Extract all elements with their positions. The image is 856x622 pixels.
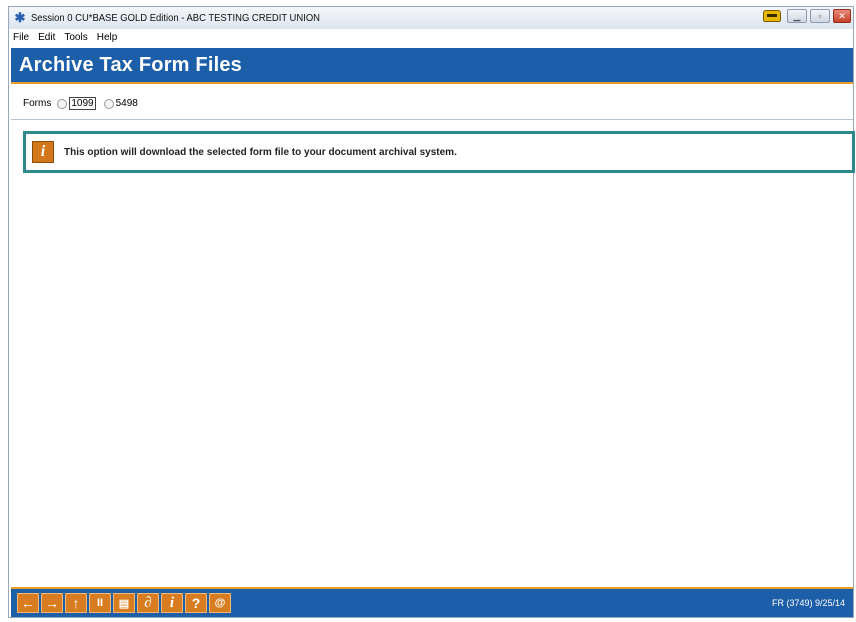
print-icon[interactable]: ▤ — [113, 593, 135, 613]
pause-icon[interactable]: II — [89, 593, 111, 613]
forms-selector: Forms 1099 5498 — [23, 97, 146, 110]
at-icon[interactable]: @ — [209, 593, 231, 613]
help-icon[interactable]: ? — [185, 593, 207, 613]
info-button-icon[interactable]: i — [161, 593, 183, 613]
forward-arrow-icon[interactable]: → — [41, 593, 63, 613]
info-message: This option will download the selected f… — [64, 146, 457, 158]
up-arrow-icon[interactable]: ↑ — [65, 593, 87, 613]
page-title: Archive Tax Form Files — [19, 53, 242, 76]
menu-bar: File Edit Tools Help — [9, 29, 853, 46]
footer-toolbar: ← → ↑ II ▤ ∂ i ? @ FR (3749) 9/25/14 — [11, 587, 853, 617]
info-message-box: i This option will download the selected… — [23, 131, 855, 173]
restore-button[interactable]: ▫ — [810, 9, 830, 23]
menu-file[interactable]: File — [13, 32, 29, 43]
minimize-button[interactable]: ▁ — [787, 9, 807, 23]
app-window: ✱ Session 0 CU*BASE GOLD Edition - ABC T… — [8, 6, 855, 618]
radio-1099[interactable] — [57, 98, 68, 109]
menu-help[interactable]: Help — [97, 32, 118, 43]
screen-code: FR (3749) 9/25/14 — [771, 598, 845, 608]
lock-icon[interactable] — [763, 10, 781, 22]
divider — [11, 119, 853, 120]
close-button[interactable]: ✕ — [833, 9, 851, 23]
menu-edit[interactable]: Edit — [38, 32, 55, 43]
radio-5498-label[interactable]: 5498 — [116, 98, 138, 109]
asterisk-app-icon: ✱ — [14, 10, 26, 25]
back-arrow-icon[interactable]: ← — [17, 593, 39, 613]
window-controls: ▁ ▫ ✕ — [763, 9, 851, 23]
title-bar[interactable]: ✱ Session 0 CU*BASE GOLD Edition - ABC T… — [9, 7, 853, 29]
forms-label: Forms — [23, 98, 52, 109]
window-title: Session 0 CU*BASE GOLD Edition - ABC TES… — [31, 12, 321, 24]
radio-5498[interactable] — [103, 98, 114, 109]
radio-1099-label[interactable]: 1099 — [69, 97, 96, 110]
link-icon[interactable]: ∂ — [137, 593, 159, 613]
page-header: Archive Tax Form Files — [11, 48, 853, 84]
info-icon: i — [32, 141, 54, 163]
menu-tools[interactable]: Tools — [64, 32, 87, 43]
